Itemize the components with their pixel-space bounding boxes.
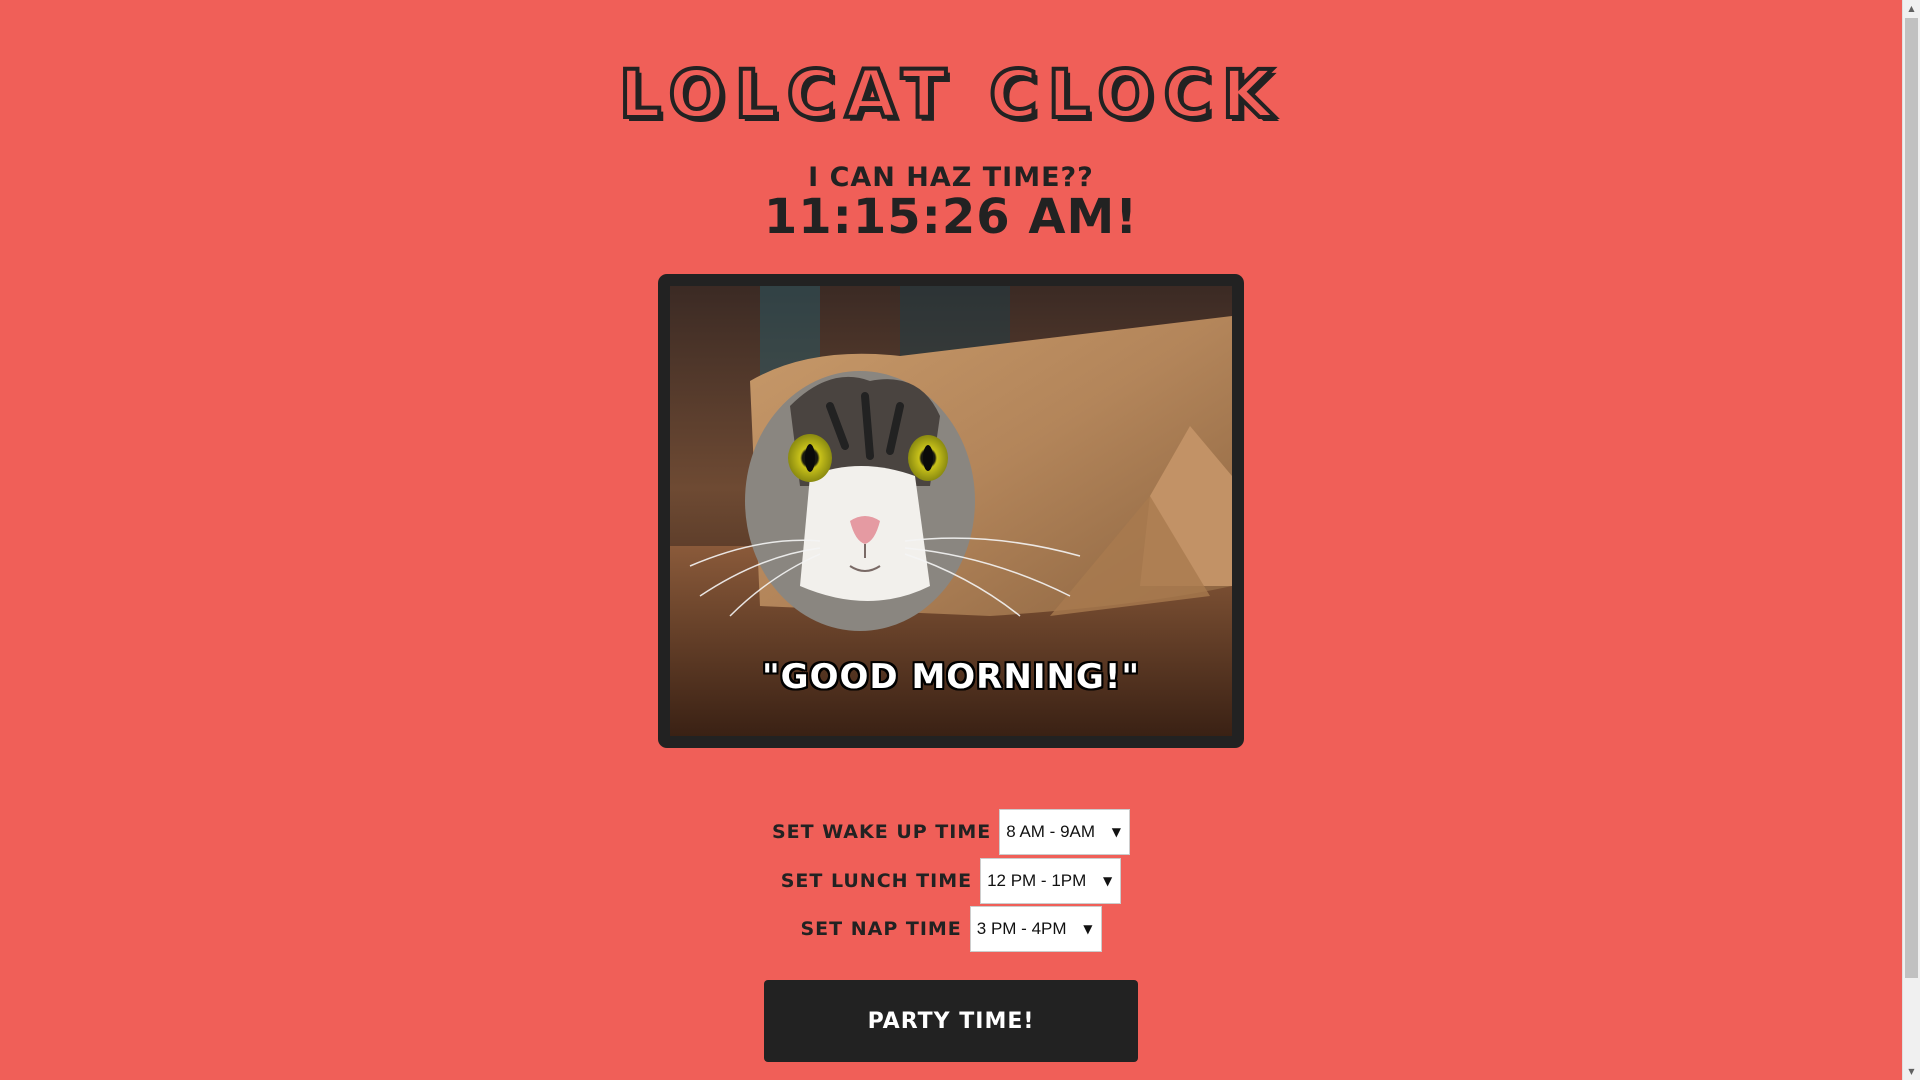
scroll-down-arrow-icon[interactable]: ▼ [1903,1063,1920,1080]
page-title: Lolcat Clock [617,56,1284,133]
nap-select-value: 3 PM - 4PM [976,919,1067,938]
wake-up-select-value: 8 AM - 9AM [1006,822,1096,841]
lunch-select-value: 12 PM - 1PM [987,871,1087,890]
time-subtitle: I can haz time?? [808,162,1094,193]
page: Lolcat Clock I can haz time?? 11:15:26 A… [0,0,1902,1080]
lolcat-image: "GOOD MORNING!" [670,286,1232,736]
lunch-select[interactable]: 12 PM - 1PM ▼ [980,858,1122,904]
wake-up-label: Set Wake Up Time [771,821,992,843]
lolcat-image-frame: "GOOD MORNING!" [658,274,1244,748]
wake-up-setting: Set Wake Up Time 8 AM - 9AM ▼ [0,808,1902,856]
vertical-scrollbar[interactable]: ▲ ▼ [1902,0,1920,1080]
nap-label: Set Nap Time [800,918,962,940]
chevron-down-icon: ▼ [1083,922,1093,936]
wake-up-select[interactable]: 8 AM - 9AM ▼ [999,809,1131,855]
nap-select[interactable]: 3 PM - 4PM ▼ [969,906,1102,952]
scrollbar-thumb[interactable] [1905,18,1918,978]
nap-setting: Set Nap Time 3 PM - 4PM ▼ [0,905,1902,953]
party-time-button[interactable]: Party Time! [764,980,1138,1062]
chevron-down-icon: ▼ [1103,874,1113,888]
lunch-setting: Set Lunch Time 12 PM - 1PM ▼ [0,857,1902,905]
scroll-up-arrow-icon[interactable]: ▲ [1903,0,1920,17]
chevron-down-icon: ▼ [1111,825,1122,839]
lunch-label: Set Lunch Time [780,870,973,892]
clock-display: 11:15:26 AM! [763,189,1139,245]
image-caption: "GOOD MORNING!" [761,657,1141,697]
